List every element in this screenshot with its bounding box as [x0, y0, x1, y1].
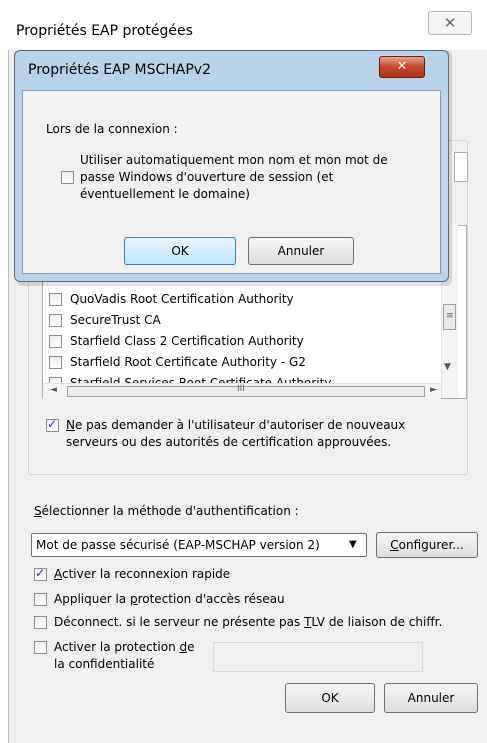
fast-reconnect-option[interactable]: Activer la reconnexion rapide	[34, 566, 230, 583]
inner-dialog-title: Propriétés EAP MSCHAPv2	[28, 62, 211, 78]
nap-checkbox[interactable]	[34, 593, 47, 606]
cert-row[interactable]: QuoVadis Root Certification Authority	[49, 289, 294, 309]
cert-row[interactable]: Starfield Root Certificate Authority - G…	[49, 352, 306, 372]
inner-ok-button[interactable]: OK	[124, 237, 236, 265]
on-connect-label: Lors de la connexion :	[46, 122, 178, 136]
checkbox[interactable]	[49, 313, 62, 327]
scroll-down-icon[interactable]: ▼	[444, 362, 451, 372]
ok-button[interactable]: OK	[285, 683, 375, 713]
cert-label: SecureTrust CA	[70, 313, 161, 327]
checkbox[interactable]	[49, 355, 62, 369]
cert-label: Starfield Class 2 Certification Authorit…	[70, 334, 304, 348]
cert-label: Starfield Root Certificate Authority - G…	[70, 355, 306, 369]
nap-option[interactable]: Appliquer la protection d'accès réseau	[34, 591, 285, 608]
checkbox[interactable]	[49, 334, 62, 348]
grip-icon: ≡	[446, 311, 454, 321]
outer-dialog-title: Propriétés EAP protégées	[16, 23, 193, 39]
privacy-checkbox[interactable]	[34, 641, 47, 654]
auth-method-label: Sélectionner la méthode d'authentificati…	[34, 504, 299, 518]
cert-label: QuoVadis Root Certification Authority	[70, 292, 294, 306]
privacy-identity-field	[213, 642, 423, 672]
auto-windows-credentials-checkbox[interactable]	[61, 171, 74, 184]
disconnect-tlv-option[interactable]: Déconnect. si le serveur ne présente pas…	[34, 614, 442, 631]
cancel-button[interactable]: Annuler	[384, 683, 478, 713]
close-icon: ✕	[443, 14, 457, 32]
no-prompt-label: Ne pas demander à l'utilisateur d'autori…	[66, 418, 406, 449]
scroll-right-icon[interactable]: ►	[430, 385, 437, 395]
inner-close-button[interactable]: ✕	[379, 56, 425, 78]
privacy-option[interactable]: Activer la protection de la confidentiali…	[34, 639, 195, 673]
cert-row[interactable]: SecureTrust CA	[49, 310, 161, 330]
outer-close-button[interactable]: ✕	[428, 11, 472, 35]
fast-reconnect-checkbox[interactable]	[34, 566, 47, 581]
no-prompt-checkbox[interactable]	[46, 417, 59, 432]
grip-icon: III	[237, 384, 245, 394]
chevron-down-icon[interactable]: ▼	[349, 539, 357, 550]
configure-button[interactable]: Configurer...	[376, 532, 478, 558]
scroll-left-icon[interactable]: ◄	[50, 385, 57, 395]
auth-method-value: Mot de passe sécurisé (EAP-MSCHAP versio…	[36, 538, 320, 552]
auto-windows-credentials-label[interactable]: Utiliser automatiquement mon nom et mon …	[80, 152, 388, 203]
inner-cancel-button[interactable]: Annuler	[248, 237, 354, 265]
checkbox[interactable]	[49, 292, 62, 306]
cert-row[interactable]: Starfield Class 2 Certification Authorit…	[49, 331, 304, 351]
no-prompt-option[interactable]: Ne pas demander à l'utilisateur d'autori…	[46, 417, 405, 451]
horizontal-scroll-thumb[interactable]	[67, 386, 425, 397]
close-icon: ✕	[396, 59, 408, 74]
server-name-field[interactable]	[454, 152, 468, 182]
disconnect-tlv-checkbox[interactable]	[34, 616, 47, 629]
